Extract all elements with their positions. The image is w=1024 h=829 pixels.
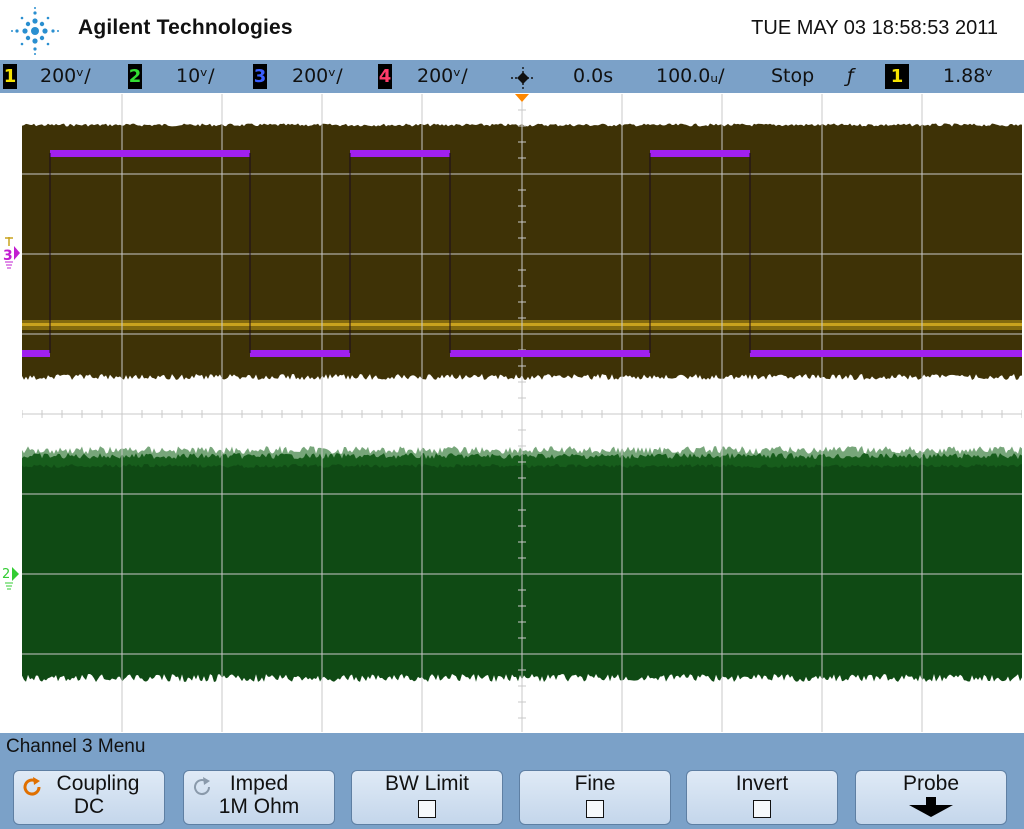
impedance-value: 1M Ohm: [218, 795, 300, 818]
channel-4-scale[interactable]: 200ᵛ/: [417, 63, 468, 90]
coupling-value: DC: [73, 795, 105, 818]
channel-3-level-segment: [50, 150, 250, 157]
channel-2-indicator[interactable]: 2: [128, 64, 142, 89]
channel-3-indicator[interactable]: 3: [253, 64, 267, 89]
trigger-source-indicator[interactable]: 1: [885, 64, 909, 89]
bw-limit-label: BW Limit: [385, 772, 469, 795]
channel-1-scale[interactable]: 200ᵛ/: [40, 63, 91, 90]
channel-3-level-segment: [750, 350, 1022, 357]
channel-2-scale[interactable]: 10ᵛ/: [176, 63, 215, 90]
brand-name: Agilent Technologies: [78, 16, 293, 39]
ch2-marker-label: 2: [2, 567, 10, 582]
delay-value[interactable]: 0.0s: [573, 63, 613, 90]
run-state: Stop: [771, 65, 815, 87]
invert-softkey[interactable]: Invert: [686, 770, 838, 825]
bw-limit-checkbox[interactable]: [418, 800, 436, 818]
invert-checkbox[interactable]: [753, 800, 771, 818]
channel-3-level-segment: [350, 150, 450, 157]
channel-3-level-segment: [22, 350, 50, 357]
channel-3-scale[interactable]: 200ᵛ/: [292, 63, 343, 90]
trigger-slope-icon: ƒ: [847, 65, 854, 87]
trigger-level[interactable]: 1.88ᵛ: [943, 63, 993, 90]
date-time: TUE MAY 03 18:58:53 2011: [751, 17, 998, 39]
rotate-icon: [23, 777, 41, 796]
softkey-menu: Channel 3 Menu Coupling DC Imped 1M Ohm …: [0, 733, 1024, 829]
bw-limit-softkey[interactable]: BW Limit: [351, 770, 503, 825]
channel-4-indicator[interactable]: 4: [378, 64, 392, 89]
menu-title: Channel 3 Menu: [6, 736, 146, 757]
status-bar: 1 200ᵛ/ 2 10ᵛ/ 3 200ᵛ/ 4 200ᵛ/ 0.0s 100.…: [0, 60, 1024, 93]
probe-softkey[interactable]: Probe: [855, 770, 1007, 825]
timebase-value[interactable]: 100.0ᵤ/: [656, 63, 725, 90]
fine-softkey[interactable]: Fine: [519, 770, 671, 825]
waveform-display[interactable]: [22, 94, 1022, 732]
fine-label: Fine: [574, 772, 616, 795]
probe-label: Probe: [902, 772, 960, 795]
coupling-softkey[interactable]: Coupling DC: [13, 770, 165, 825]
channel-3-ground-marker[interactable]: 3: [3, 237, 20, 269]
impedance-softkey[interactable]: Imped 1M Ohm: [183, 770, 335, 825]
down-arrow-icon: [909, 797, 953, 817]
rotate-icon: [194, 777, 211, 796]
channel-3-level-segment: [650, 150, 750, 157]
channel-marker-column: 3 2: [0, 94, 22, 732]
invert-label: Invert: [735, 772, 789, 795]
delay-icon: [511, 67, 535, 89]
agilent-spark-logo-icon: [11, 7, 59, 55]
channel-2-ground-marker[interactable]: 2: [2, 567, 19, 590]
channel-3-level-segment: [450, 350, 650, 357]
channel-3-level-segment: [250, 350, 350, 357]
channel-1-indicator[interactable]: 1: [3, 64, 17, 89]
header: Agilent Technologies TUE MAY 03 18:58:53…: [0, 0, 1024, 60]
fine-checkbox[interactable]: [586, 800, 604, 818]
